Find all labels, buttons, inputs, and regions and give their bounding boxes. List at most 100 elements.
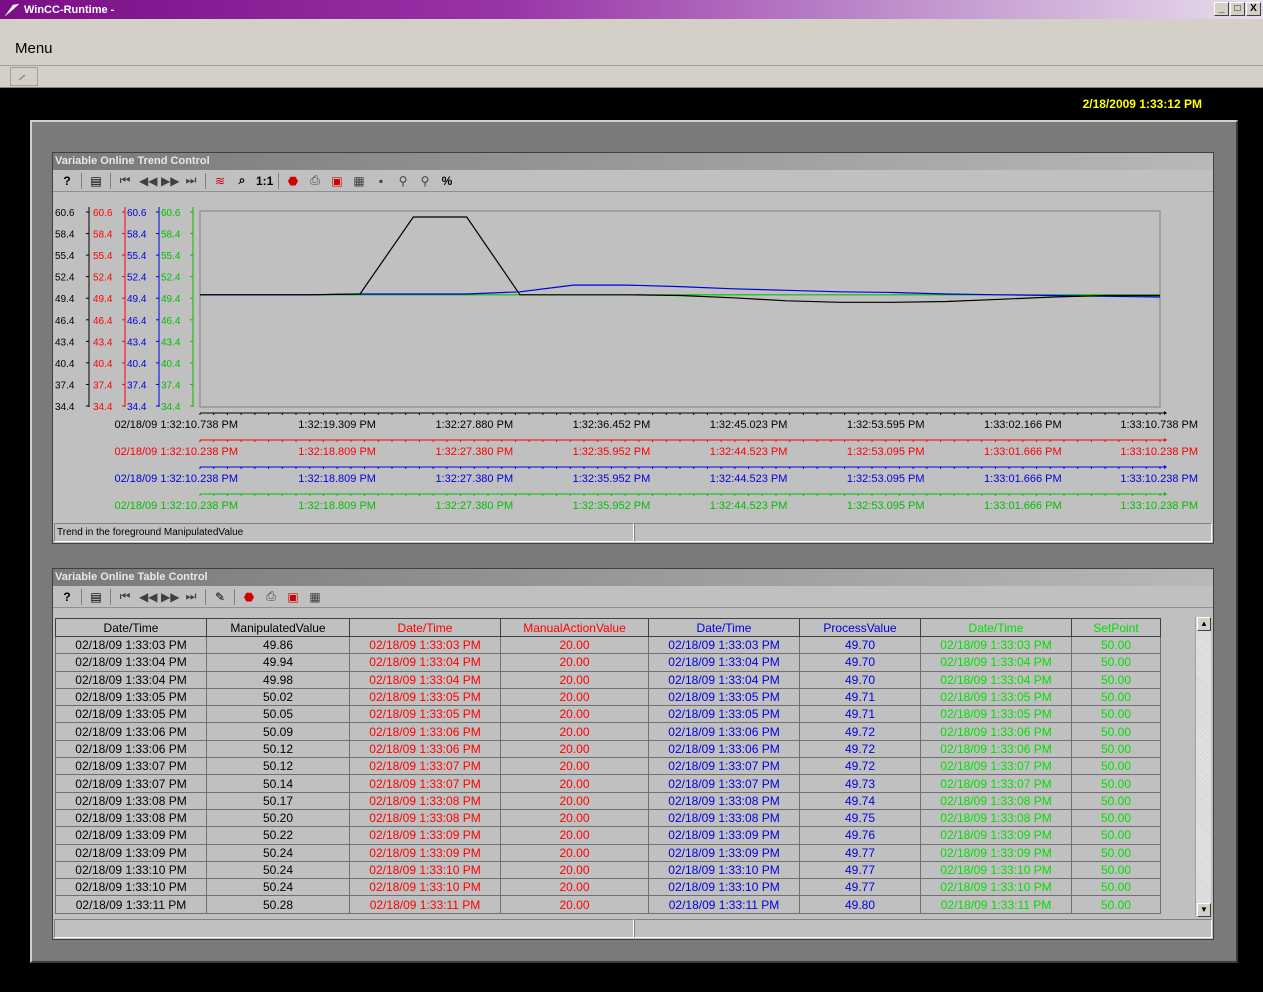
previous-icon[interactable]: ◀◀ [139,174,157,188]
table-row[interactable]: 02/18/09 1:33:10 PM 50.24 02/18/09 1:33:10… [55,878,1161,897]
table-row[interactable]: 02/18/09 1:33:07 PM 50.14 02/18/09 1:33:07… [55,774,1161,793]
table-row[interactable]: 02/18/09 1:33:08 PM 50.17 02/18/09 1:33:08… [55,791,1161,810]
first-record-icon[interactable]: ⏮ [117,589,133,604]
table-row[interactable]: 02/18/09 1:33:04 PM 49.98 02/18/09 1:33:04… [55,670,1161,689]
table-row[interactable]: 02/18/09 1:33:06 PM 50.12 02/18/09 1:33:06… [55,739,1161,759]
vertical-scrollbar[interactable]: ▲ ▼ [1195,617,1211,917]
config-dialog-icon[interactable]: ▤ [88,590,104,604]
stop-icon[interactable]: ⬣ [241,590,257,604]
last-record-icon[interactable]: ⏭ [183,173,199,188]
y-tick-label: 46.4 [161,316,181,327]
table-cell: 02/18/09 1:33:08 PM [920,791,1072,810]
column-header[interactable]: ManipulatedValue [206,618,350,637]
table-cell: 49.73 [799,774,921,793]
pin-button[interactable] [10,67,38,86]
time-tick-label: 1:32:53.095 PM [847,500,925,512]
table-row[interactable]: 02/18/09 1:33:10 PM 50.24 02/18/09 1:33:10… [55,860,1161,880]
trend-toolbar: ? ▤ ⏮ ◀◀ ▶▶ ⏭ ≋ ⌕ 1:1 ⬣ ⎙ ▣ ▦ ▪ ⚲ ⚲ % [53,170,1213,192]
last-record-icon[interactable]: ⏭ [183,589,199,604]
time-axis-arrow [1164,465,1167,469]
table-body: 02/18/09 1:33:03 PM 49.86 02/18/09 1:33:03… [55,635,1161,914]
time-range-icon[interactable]: ▦ [351,174,367,188]
column-header[interactable]: Date/Time [349,618,501,637]
print-icon[interactable]: ⎙ [263,589,279,604]
ruler-icon[interactable]: ⚲ [395,174,411,188]
table-cell: 02/18/09 1:33:05 PM [920,705,1072,724]
previous-icon[interactable]: ◀◀ [139,590,157,604]
time-range-icon[interactable]: ▦ [307,590,323,604]
table-cell: 02/18/09 1:33:09 PM [648,843,800,862]
table-row[interactable]: 02/18/09 1:33:11 PM 50.28 02/18/09 1:33:11… [55,895,1161,914]
table-cell: 02/18/09 1:33:03 PM [349,635,501,655]
percent-icon[interactable]: % [439,174,455,188]
table-cell: 50.00 [1071,757,1161,776]
scroll-down-button[interactable]: ▼ [1197,903,1211,917]
toolbar-separator [81,172,82,189]
table-row[interactable]: 02/18/09 1:33:09 PM 50.22 02/18/09 1:33:09… [55,826,1161,845]
close-button[interactable]: X [1246,2,1261,16]
table-row[interactable]: 02/18/09 1:33:05 PM 50.05 02/18/09 1:33:05… [55,705,1161,724]
clock-display: 2/18/2009 1:33:12 PM [1082,97,1202,111]
next-icon[interactable]: ▶▶ [161,174,179,188]
print-icon[interactable]: ⎙ [307,173,323,188]
first-record-icon[interactable]: ⏮ [117,173,133,188]
table-cell: 49.72 [799,757,921,776]
table-cell: 02/18/09 1:33:05 PM [55,705,207,724]
toolbar-separator [110,588,111,605]
column-header[interactable]: ManualActionValue [500,618,649,637]
table-cell: 50.09 [206,722,350,741]
zoom-icon[interactable]: ⌕ [234,173,250,188]
original-view-icon[interactable]: 1:1 [256,174,273,188]
menu-item[interactable]: Menu [15,40,53,57]
edit-icon[interactable]: ✎ [212,590,228,604]
help-icon[interactable]: ? [59,590,75,604]
table-cell: 02/18/09 1:33:09 PM [349,826,501,845]
next-trend-icon[interactable]: ≋ [212,174,228,188]
stop-icon[interactable]: ⬣ [285,174,301,188]
table-row[interactable]: 02/18/09 1:33:05 PM 50.02 02/18/09 1:33:05… [55,687,1161,707]
table-cell: 50.05 [206,705,350,724]
table-row[interactable]: 02/18/09 1:33:08 PM 50.20 02/18/09 1:33:08… [55,808,1161,828]
table-row[interactable]: 02/18/09 1:33:04 PM 49.94 02/18/09 1:33:04… [55,653,1161,672]
minimize-button[interactable]: _ [1214,2,1229,16]
select-trend-icon[interactable]: ▣ [329,174,345,188]
column-header[interactable]: Date/Time [55,618,207,637]
time-tick-label: 1:32:44.523 PM [710,500,788,512]
next-icon[interactable]: ▶▶ [161,590,179,604]
table-status-left [54,919,634,938]
table-cell: 20.00 [500,635,649,655]
column-header[interactable]: Date/Time [920,618,1072,637]
table-row[interactable]: 02/18/09 1:33:03 PM 49.86 02/18/09 1:33:03… [55,635,1161,655]
save-icon[interactable]: ▪ [373,174,389,188]
toolbar-separator [205,172,206,189]
table-cell: 02/18/09 1:33:07 PM [920,774,1072,793]
table-cell: 02/18/09 1:33:10 PM [648,878,800,897]
table-row[interactable]: 02/18/09 1:33:06 PM 50.09 02/18/09 1:33:06… [55,722,1161,741]
column-header[interactable]: SetPoint [1071,618,1161,637]
scroll-up-button[interactable]: ▲ [1197,617,1211,631]
table-cell: 02/18/09 1:33:07 PM [55,774,207,793]
trend-control: Variable Online Trend Control ? ▤ ⏮ ◀◀ ▶… [52,152,1214,544]
table-cell: 50.00 [1071,878,1161,897]
maximize-button[interactable]: □ [1230,2,1245,16]
time-tick-label: 1:32:36.452 PM [573,419,651,431]
table-cell: 02/18/09 1:33:06 PM [648,722,800,741]
table-toolbar: ? ▤ ⏮ ◀◀ ▶▶ ⏭ ✎ ⬣ ⎙ ▣ ▦ [53,586,1213,608]
column-header[interactable]: ProcessValue [799,618,921,637]
table-cell: 02/18/09 1:33:04 PM [349,670,501,689]
select-column-icon[interactable]: ▣ [285,590,301,604]
table-cell: 50.00 [1071,895,1161,914]
table-row[interactable]: 02/18/09 1:33:09 PM 50.24 02/18/09 1:33:09… [55,843,1161,862]
table-cell: 49.71 [799,687,921,707]
help-icon[interactable]: ? [59,174,75,188]
y-tick-label: 58.4 [55,230,75,241]
config-dialog-icon[interactable]: ▤ [88,174,104,188]
column-header[interactable]: Date/Time [648,618,800,637]
time-tick-label: 02/18/09 1:32:10.238 PM [114,473,238,485]
zoom-area-icon[interactable]: ⚲ [417,174,433,188]
table-cell: 50.00 [1071,705,1161,724]
trend-chart[interactable]: 60.6 58.4 55.4 52.4 49.4 46.4 43.4 40.4 37.4 34.4… [53,193,1213,523]
table-row[interactable]: 02/18/09 1:33:07 PM 50.12 02/18/09 1:33:07… [55,757,1161,776]
table-cell: 02/18/09 1:33:04 PM [648,653,800,672]
window-title: WinCC-Runtime - [24,3,115,16]
